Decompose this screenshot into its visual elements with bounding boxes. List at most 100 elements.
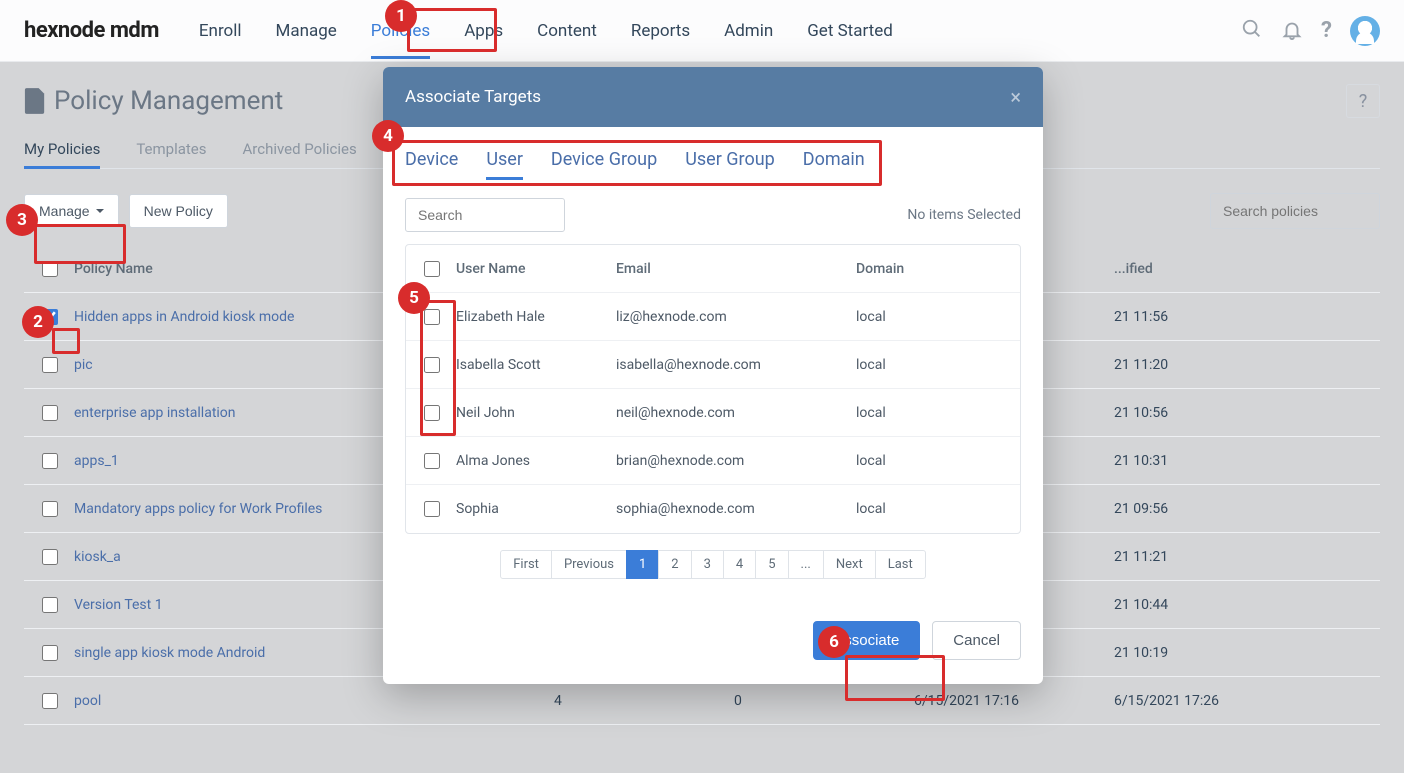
user-select-all[interactable] — [424, 261, 440, 277]
user-domain: local — [856, 501, 976, 517]
row-checkbox[interactable] — [42, 645, 58, 661]
list-item: Elizabeth Hale liz@hexnode.com local — [406, 293, 1020, 341]
modal-tabs: Device User Device Group User Group Doma… — [405, 145, 1021, 180]
user-name: Alma Jones — [456, 453, 616, 469]
user-checkbox[interactable] — [424, 453, 440, 469]
pager: FirstPrevious12345...NextLast — [405, 550, 1021, 579]
pager-item[interactable]: 4 — [723, 550, 756, 579]
nav-items: Enroll Manage Policies Apps Content Repo… — [199, 3, 893, 59]
cell: 6/15/2021 17:16 — [914, 693, 1114, 709]
row-checkbox[interactable] — [42, 693, 58, 709]
nav-right: ? — [1241, 16, 1380, 46]
close-icon[interactable]: × — [1010, 85, 1021, 109]
user-name: Neil John — [456, 405, 616, 421]
policy-link[interactable]: kiosk_a — [74, 549, 121, 565]
row-checkbox[interactable] — [42, 309, 58, 325]
policy-link[interactable]: Hidden apps in Android kiosk mode — [74, 309, 294, 325]
subtab-templates[interactable]: Templates — [136, 140, 206, 168]
subtab-my-policies[interactable]: My Policies — [24, 140, 100, 168]
policy-search-input[interactable] — [1221, 202, 1404, 220]
row-checkbox[interactable] — [42, 597, 58, 613]
user-checkbox[interactable] — [424, 501, 440, 517]
top-nav: hexnode mdm Enroll Manage Policies Apps … — [0, 0, 1404, 62]
row-checkbox[interactable] — [42, 549, 58, 565]
policy-link[interactable]: pool — [74, 693, 101, 709]
avatar[interactable] — [1350, 16, 1380, 46]
manage-button[interactable]: Manage — [24, 194, 119, 228]
new-policy-button[interactable]: New Policy — [129, 194, 228, 228]
nav-enroll[interactable]: Enroll — [199, 3, 242, 59]
pager-item[interactable]: First — [500, 550, 552, 579]
page-help-button[interactable]: ? — [1346, 84, 1380, 118]
cell: 21 11:20 — [1114, 357, 1314, 373]
nav-apps[interactable]: Apps — [464, 3, 503, 59]
user-checkbox[interactable] — [424, 309, 440, 325]
mtab-user[interactable]: User — [486, 145, 523, 180]
pager-item[interactable]: ... — [788, 550, 824, 579]
row-checkbox[interactable] — [42, 453, 58, 469]
mtab-device[interactable]: Device — [405, 145, 458, 180]
pager-item[interactable]: 1 — [626, 550, 659, 579]
policy-link[interactable]: apps_1 — [74, 453, 119, 469]
policy-link[interactable]: Version Test 1 — [74, 597, 163, 613]
user-domain: local — [856, 453, 976, 469]
associate-button[interactable]: Associate — [813, 621, 920, 660]
help-icon[interactable]: ? — [1321, 18, 1332, 43]
subtab-archived[interactable]: Archived Policies — [243, 140, 357, 168]
mtab-device-group[interactable]: Device Group — [551, 145, 657, 180]
modal-search[interactable] — [405, 198, 565, 232]
list-item: Sophia sophia@hexnode.com local — [406, 485, 1020, 533]
nav-getstarted[interactable]: Get Started — [807, 3, 893, 59]
modal-header: Associate Targets × — [383, 67, 1043, 127]
modal-search-input[interactable] — [416, 206, 601, 224]
user-domain: local — [856, 309, 976, 325]
mtab-user-group[interactable]: User Group — [685, 145, 775, 180]
manage-button-label: Manage — [39, 203, 90, 219]
mtab-domain[interactable]: Domain — [803, 145, 865, 180]
select-all-checkbox[interactable] — [42, 261, 58, 277]
user-email: liz@hexnode.com — [616, 309, 856, 325]
nav-policies[interactable]: Policies — [371, 3, 430, 59]
nav-content[interactable]: Content — [537, 3, 597, 59]
policy-link[interactable]: Mandatory apps policy for Work Profiles — [74, 501, 322, 517]
col-modified: ...ified — [1114, 261, 1314, 277]
pager-item[interactable]: Next — [823, 550, 876, 579]
pager-item[interactable]: Previous — [551, 550, 627, 579]
user-checkbox[interactable] — [424, 405, 440, 421]
brand-logo: hexnode mdm — [24, 18, 159, 43]
cell: 21 11:21 — [1114, 549, 1314, 565]
cell: 4 — [554, 693, 734, 709]
cell: 21 10:44 — [1114, 597, 1314, 613]
cell: 21 11:56 — [1114, 309, 1314, 325]
nav-admin[interactable]: Admin — [724, 3, 773, 59]
page-title: Policy Management — [24, 86, 283, 116]
user-table-header: User Name Email Domain — [406, 245, 1020, 293]
user-checkbox[interactable] — [424, 357, 440, 373]
user-table: User Name Email Domain Elizabeth Hale li… — [405, 244, 1021, 534]
pager-item[interactable]: 2 — [658, 550, 691, 579]
pager-item[interactable]: 3 — [691, 550, 724, 579]
user-name: Sophia — [456, 501, 616, 517]
search-icon[interactable] — [1241, 18, 1263, 44]
user-email: sophia@hexnode.com — [616, 501, 856, 517]
nav-manage[interactable]: Manage — [276, 3, 337, 59]
associate-modal: Associate Targets × Device User Device G… — [383, 67, 1043, 684]
table-row: pool 4 0 6/15/2021 17:16 6/15/2021 17:26 — [24, 677, 1380, 725]
row-checkbox[interactable] — [42, 405, 58, 421]
document-icon — [24, 88, 46, 114]
policy-search[interactable] — [1210, 193, 1380, 229]
list-item: Neil John neil@hexnode.com local — [406, 389, 1020, 437]
policy-link[interactable]: pic — [74, 357, 93, 373]
policy-link[interactable]: enterprise app installation — [74, 405, 236, 421]
user-domain: local — [856, 357, 976, 373]
row-checkbox[interactable] — [42, 501, 58, 517]
cancel-button[interactable]: Cancel — [932, 621, 1021, 660]
policy-link[interactable]: single app kiosk mode Android — [74, 645, 265, 661]
pager-item[interactable]: 5 — [755, 550, 788, 579]
nav-reports[interactable]: Reports — [631, 3, 690, 59]
row-checkbox[interactable] — [42, 357, 58, 373]
page-title-text: Policy Management — [54, 86, 283, 116]
bell-icon[interactable] — [1281, 18, 1303, 44]
pager-item[interactable]: Last — [875, 550, 926, 579]
modal-title: Associate Targets — [405, 87, 541, 107]
